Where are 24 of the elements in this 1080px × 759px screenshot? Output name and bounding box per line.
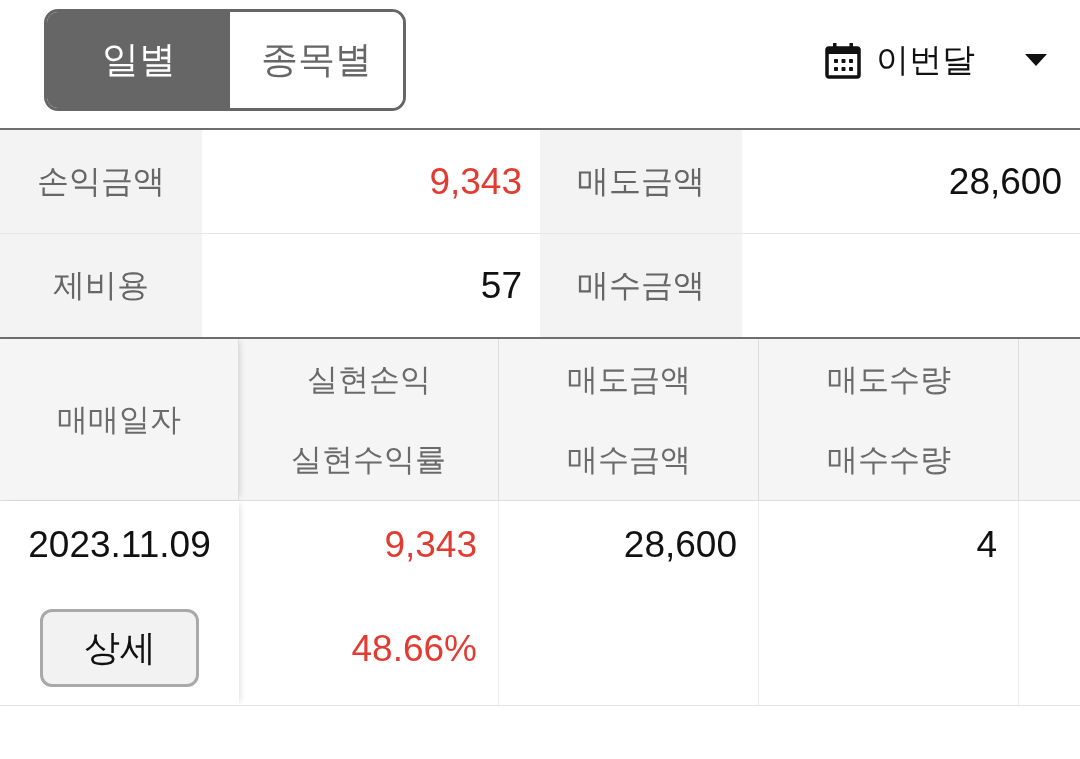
cell-value: 28,600 bbox=[623, 523, 737, 567]
calendar-icon bbox=[825, 41, 861, 79]
summary-value: 28,600 bbox=[948, 160, 1062, 203]
period-dropdown[interactable]: 이번달 bbox=[825, 32, 1047, 88]
caret-down-icon bbox=[1025, 54, 1047, 66]
summary-label: 손익금액 bbox=[0, 130, 202, 233]
cell-value: 4 bbox=[976, 523, 997, 567]
cell-value: 9,343 bbox=[384, 523, 477, 567]
date-text: 2023.11.09 bbox=[28, 523, 211, 567]
column-label: 매수금액 bbox=[566, 440, 691, 479]
summary-label: 매도금액 bbox=[540, 130, 742, 233]
cell-value: 48.66% bbox=[351, 627, 477, 671]
column-label: 매매일자 bbox=[57, 400, 181, 439]
column-label: 매도수량 bbox=[826, 360, 951, 399]
column-label: 매도금액 bbox=[566, 360, 691, 399]
summary-value: 57 bbox=[480, 264, 522, 307]
column-label: 매수수량 bbox=[826, 440, 951, 479]
tab[interactable]: 일별 bbox=[47, 12, 230, 108]
summary-value: 9,343 bbox=[429, 160, 522, 203]
column-label: 실현수익률 bbox=[291, 440, 446, 479]
column-label: 실현손익 bbox=[306, 360, 431, 399]
summary-label: 매수금액 bbox=[540, 234, 742, 337]
detail-button[interactable]: 상세 bbox=[40, 609, 199, 687]
summary-label: 제비용 bbox=[0, 234, 202, 337]
